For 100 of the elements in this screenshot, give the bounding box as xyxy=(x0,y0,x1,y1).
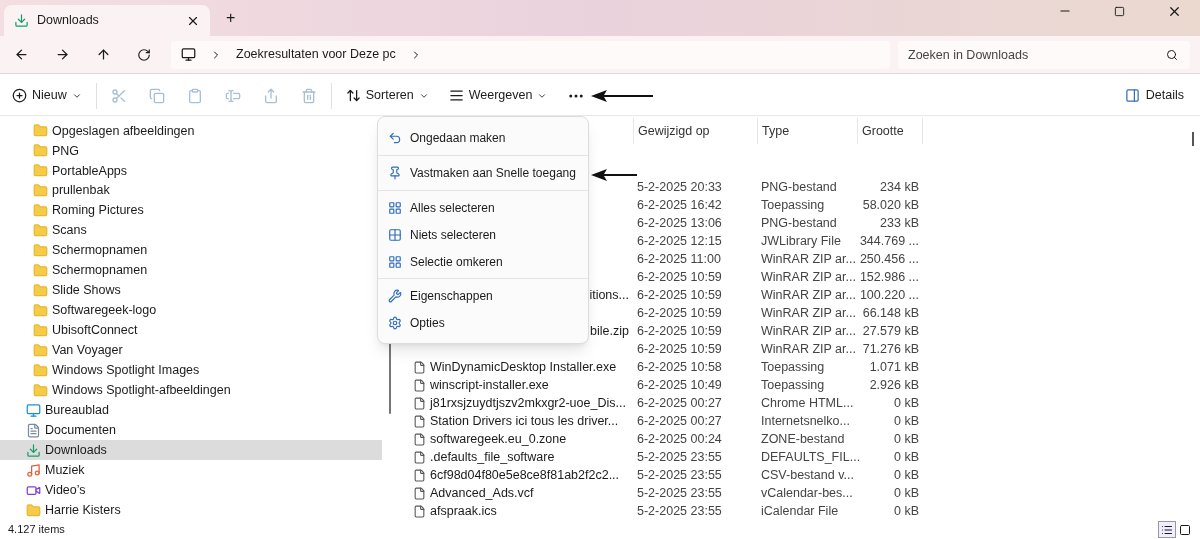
file-name[interactable]: 6cf98d04f80e5e8ce8f81ab2f2c2... xyxy=(430,465,620,485)
file-name[interactable]: bile.zip xyxy=(590,321,629,341)
file-name[interactable]: itions... xyxy=(589,285,629,305)
sidebar-item[interactable]: Documenten xyxy=(0,420,382,441)
music-icon xyxy=(26,462,41,478)
lines-icon xyxy=(448,88,464,103)
table-cell-text: 6-2-2025 10:58 xyxy=(636,358,723,376)
file-name[interactable]: WinDynamicDesktop Installer.exe xyxy=(430,357,617,377)
table-cell-text: 0 kB xyxy=(893,502,919,520)
file-name[interactable]: winscript-installer.exe xyxy=(430,375,549,395)
window-tab[interactable]: Downloads xyxy=(4,5,210,36)
select-all-icon xyxy=(388,200,402,215)
table-cell-text: WinRAR ZIP ar... xyxy=(760,340,857,358)
folder-icon xyxy=(33,163,48,179)
wrench-icon xyxy=(388,288,402,303)
column-header[interactable]: Gewijzigd op xyxy=(633,118,757,145)
table-cell-text: 0 kB xyxy=(893,448,919,466)
table-cell-text: 0 kB xyxy=(893,466,919,484)
file-name[interactable]: j81rxsjzuydtjszv2mkxgr2-uoe_Dis... xyxy=(430,393,626,413)
invert-selection-icon xyxy=(388,254,402,269)
table-cell-text: 6-2-2025 10:49 xyxy=(636,376,723,394)
refresh-icon[interactable] xyxy=(137,47,151,62)
back-icon[interactable] xyxy=(14,47,29,62)
table-cell-text: 100.220 ... xyxy=(858,286,919,304)
table-cell-text: 5-2-2025 23:55 xyxy=(636,448,723,466)
table-cell-text: 66.148 kB xyxy=(861,304,919,322)
table-cell-text: PNG-bestand xyxy=(760,214,838,232)
table-cell-text: 6-2-2025 12:15 xyxy=(636,232,723,250)
table-cell-text: 71.276 kB xyxy=(861,340,919,358)
search-icon[interactable] xyxy=(1166,48,1178,61)
table-cell-text: 6-2-2025 11:00 xyxy=(636,250,722,268)
table-cell-text: 6-2-2025 10:59 xyxy=(636,322,723,340)
folder-icon xyxy=(33,223,48,239)
table-cell-text: 6-2-2025 16:42 xyxy=(636,196,723,214)
file-name[interactable]: Advanced_Ads.vcf xyxy=(430,483,534,503)
view-button[interactable]: Weergeven xyxy=(446,80,550,111)
item-count: 4.127 items xyxy=(8,522,66,538)
table-cell-text: 0 kB xyxy=(893,412,919,430)
table-cell-text: WinRAR ZIP ar... xyxy=(760,322,857,340)
table-cell-text: 2.926 kB xyxy=(868,376,919,394)
list-icon xyxy=(1161,523,1173,536)
folder-icon xyxy=(33,203,48,219)
maximize-icon[interactable] xyxy=(1114,5,1125,17)
file-name[interactable]: afspraak.ics xyxy=(430,501,497,521)
details-button[interactable]: Details xyxy=(1122,80,1186,111)
arrow-drawing xyxy=(591,89,654,102)
sidebar-item[interactable]: Video’s xyxy=(0,480,382,501)
sidebar-item[interactable]: Windows Spotlight Images xyxy=(0,360,382,381)
table-cell-text: 6-2-2025 00:24 xyxy=(636,430,723,448)
file-icon xyxy=(413,414,426,428)
file-icon xyxy=(413,450,426,464)
file-icon xyxy=(413,378,426,392)
folder-icon xyxy=(33,303,48,319)
table-cell-text: Toepassing xyxy=(760,358,826,376)
table-cell-text: 6-2-2025 10:59 xyxy=(636,268,723,286)
computer-icon xyxy=(181,47,196,62)
table-cell-text: vCalendar-bes... xyxy=(760,484,854,502)
download-icon xyxy=(26,442,41,458)
breadcrumb[interactable]: Zoekresultaten voor Deze pc xyxy=(236,45,396,64)
column-header[interactable]: Type xyxy=(757,118,857,145)
sidebar-item[interactable]: Downloads xyxy=(0,440,382,461)
file-name[interactable]: Station Drivers ici tous les driver... xyxy=(430,411,619,431)
folder-icon xyxy=(26,502,41,518)
file-icon xyxy=(413,396,426,410)
search-field[interactable]: Zoeken in Downloads xyxy=(898,40,1190,69)
table-cell-text: iCalendar File xyxy=(760,502,840,520)
folder-icon xyxy=(33,263,48,279)
desktop-icon xyxy=(26,402,41,418)
up-icon[interactable] xyxy=(96,47,111,62)
file-icon xyxy=(413,468,426,482)
sidebar-item[interactable]: Muziek xyxy=(0,460,382,481)
panel-icon xyxy=(1124,88,1140,103)
details-view-button[interactable] xyxy=(1158,521,1176,538)
table-cell-text: 0 kB xyxy=(893,484,919,502)
table-cell-text: Internetsnelko... xyxy=(760,412,851,430)
sort-button[interactable]: Sorteren xyxy=(343,80,431,111)
column-header[interactable]: Grootte xyxy=(857,118,923,145)
sidebar-item[interactable]: Windows Spotlight-afbeeldingen xyxy=(0,380,382,401)
sidebar-item[interactable]: Bureaublad xyxy=(0,400,382,421)
file-name[interactable]: .defaults_file_software xyxy=(430,447,555,467)
forward-icon[interactable] xyxy=(55,47,70,62)
sidebar-item[interactable]: Van Voyager xyxy=(0,340,382,361)
folder-icon xyxy=(33,342,48,358)
table-cell-text: 5-2-2025 23:55 xyxy=(636,502,723,520)
table-cell-text: JWLibrary File xyxy=(760,232,842,250)
undo-icon xyxy=(388,131,402,145)
table-cell-text: Toepassing xyxy=(760,196,826,214)
table-cell-text: WinRAR ZIP ar... xyxy=(760,268,857,286)
folder-icon xyxy=(33,123,48,139)
table-cell-text: 152.986 ... xyxy=(858,268,919,286)
new-tab-button[interactable]: + xyxy=(222,6,240,30)
table-cell-text: 58.020 kB xyxy=(861,196,919,214)
sort-icon xyxy=(345,88,361,103)
sidebar-item[interactable]: Harrie Kisters xyxy=(0,500,382,521)
folder-icon xyxy=(33,283,48,299)
file-name[interactable]: softwaregeek.eu_0.zone xyxy=(430,429,567,449)
table-cell-text: ZONE-bestand xyxy=(760,430,846,448)
new-button[interactable]: Nieuw xyxy=(10,80,84,111)
address-field[interactable]: Zoekresultaten voor Deze pc xyxy=(171,40,890,69)
table-cell-text: WinRAR ZIP ar... xyxy=(760,250,857,268)
